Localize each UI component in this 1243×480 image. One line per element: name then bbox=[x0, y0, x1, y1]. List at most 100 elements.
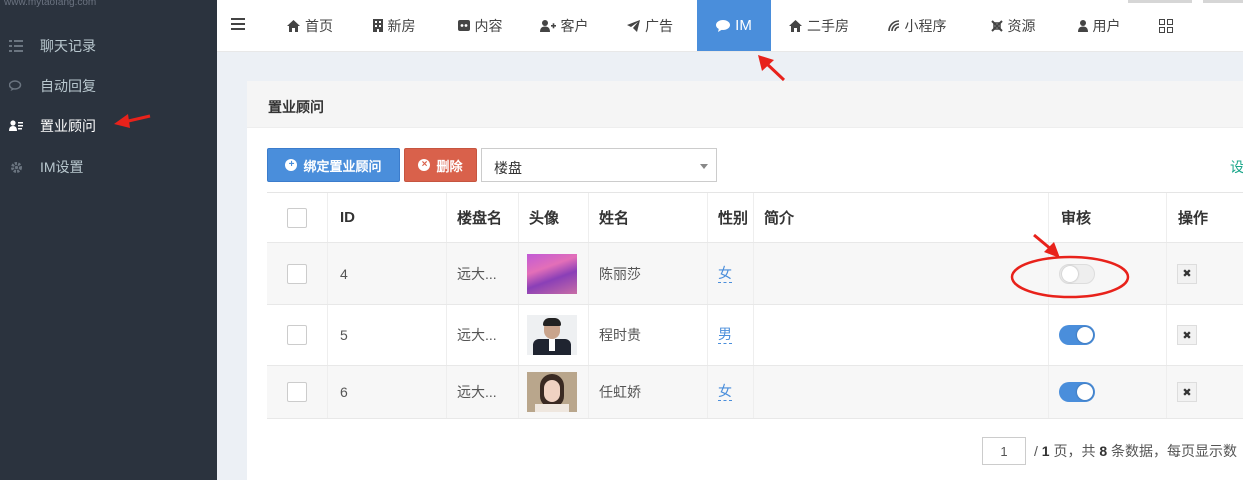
row-checkbox[interactable] bbox=[287, 263, 307, 284]
sidebar-item-consultants[interactable]: 置业顾问 bbox=[0, 106, 217, 146]
user-plus-icon bbox=[539, 19, 556, 32]
tab-label: 广告 bbox=[645, 17, 673, 34]
delete-row-icon[interactable]: ✖ bbox=[1177, 263, 1197, 284]
tab-mini-program[interactable]: 小程序 bbox=[881, 0, 953, 51]
chat-bubble-icon bbox=[716, 19, 731, 32]
gender-editable[interactable]: 女 bbox=[718, 265, 732, 283]
header-review: 审核 bbox=[1049, 193, 1167, 242]
annotation-arrow bbox=[764, 61, 786, 82]
cell-id: 5 bbox=[328, 305, 447, 365]
approval-toggle[interactable] bbox=[1059, 263, 1095, 284]
avatar[interactable] bbox=[527, 372, 577, 412]
tab-label: 资源 bbox=[1007, 17, 1036, 34]
menu-toggle-icon[interactable] bbox=[231, 18, 245, 32]
sidebar-item-im-settings[interactable]: IM设置 bbox=[0, 147, 217, 187]
cell-estate: 远大... bbox=[447, 366, 519, 418]
cell-ops: ✖ bbox=[1167, 243, 1243, 304]
cell-gender: 男 bbox=[708, 305, 754, 365]
header-estate: 楼盘名 bbox=[447, 193, 519, 242]
list-icon bbox=[8, 38, 24, 54]
header-avatar: 头像 bbox=[519, 193, 589, 242]
cell-intro bbox=[754, 366, 1049, 418]
content-icon bbox=[457, 20, 470, 31]
tab-customers[interactable]: 客户 bbox=[529, 0, 599, 51]
sidebar-item-label: 聊天记录 bbox=[40, 38, 96, 54]
delete-button[interactable]: × 删除 bbox=[404, 148, 477, 182]
tab-second-hand[interactable]: 二手房 bbox=[783, 0, 855, 51]
tab-users[interactable]: 用户 bbox=[1067, 0, 1131, 51]
user-card-icon bbox=[8, 118, 24, 134]
estate-select[interactable]: 楼盘 bbox=[481, 148, 717, 182]
pagination: 1 / 1 页，共 8 条数据，每页显示数 bbox=[982, 437, 1237, 465]
sidebar-item-chat-records[interactable]: 聊天记录 bbox=[0, 26, 217, 66]
tab-resources[interactable]: 资源 bbox=[981, 0, 1045, 51]
grid-menu-icon[interactable] bbox=[1151, 0, 1181, 51]
cell-avatar bbox=[519, 305, 589, 365]
tab-content[interactable]: 内容 bbox=[445, 0, 515, 51]
wifi-icon bbox=[887, 19, 900, 32]
cell-ops: ✖ bbox=[1167, 366, 1243, 418]
header-id: ID bbox=[328, 193, 447, 242]
cell-estate: 远大... bbox=[447, 305, 519, 365]
table-row: 4 远大... 陈丽莎 女 ✖ bbox=[267, 243, 1243, 305]
row-checkbox[interactable] bbox=[287, 382, 307, 402]
site-watermark: www.mytaofang.com bbox=[0, 0, 217, 12]
select-all-checkbox[interactable] bbox=[287, 207, 307, 228]
tab-ads[interactable]: 广告 bbox=[615, 0, 685, 51]
tab-label: 新房 bbox=[387, 17, 416, 34]
settings-link[interactable]: 设 bbox=[1230, 157, 1243, 177]
cell-intro bbox=[754, 243, 1049, 304]
consultant-panel: 置业顾问 + 绑定置业顾问 × 删除 楼盘 设 ID 楼盘名 头像 姓名 性别 … bbox=[247, 81, 1243, 480]
header-intro: 简介 bbox=[754, 193, 1049, 242]
top-right-control[interactable] bbox=[1203, 0, 1243, 3]
cell-name: 任虹娇 bbox=[589, 366, 708, 418]
select-value: 楼盘 bbox=[494, 160, 522, 176]
approval-toggle[interactable] bbox=[1059, 382, 1095, 402]
approval-toggle[interactable] bbox=[1059, 325, 1095, 345]
tab-new-house[interactable]: 新房 bbox=[359, 0, 429, 51]
cell-review bbox=[1049, 366, 1167, 418]
gender-editable[interactable]: 男 bbox=[718, 326, 732, 344]
delete-row-icon[interactable]: ✖ bbox=[1177, 382, 1197, 402]
gear-icon bbox=[8, 159, 24, 175]
plus-circle-icon: + bbox=[285, 159, 298, 171]
top-right-control[interactable] bbox=[1128, 0, 1192, 3]
delete-row-icon[interactable]: ✖ bbox=[1177, 325, 1197, 345]
gender-editable[interactable]: 女 bbox=[718, 383, 732, 401]
page-number-input[interactable]: 1 bbox=[982, 437, 1026, 465]
row-select bbox=[267, 243, 328, 304]
table-row: 5 远大... 程时贵 男 ✖ bbox=[267, 305, 1243, 366]
consultant-table: ID 楼盘名 头像 姓名 性别 简介 审核 操作 4 远大... 陈丽莎 女 ✖ bbox=[267, 192, 1243, 419]
tab-label: 用户 bbox=[1092, 17, 1121, 34]
panel-title: 置业顾问 bbox=[247, 81, 1243, 128]
sidebar-item-auto-reply[interactable]: 自动回复 bbox=[0, 66, 217, 106]
close-circle-icon: × bbox=[418, 159, 431, 171]
annotation-arrowhead bbox=[758, 55, 774, 71]
total-pages: 1 bbox=[1041, 443, 1050, 459]
table-header-row: ID 楼盘名 头像 姓名 性别 简介 审核 操作 bbox=[267, 193, 1243, 243]
cell-id: 6 bbox=[328, 366, 447, 418]
sidebar: www.mytaofang.com 聊天记录 自动回复 置业顾问 IM设置 bbox=[0, 0, 217, 480]
building-icon bbox=[372, 19, 383, 32]
avatar[interactable] bbox=[527, 315, 577, 355]
chevron-down-icon bbox=[700, 164, 708, 169]
home-icon bbox=[287, 19, 300, 32]
sidebar-item-label: 置业顾问 bbox=[40, 118, 96, 134]
header-name: 姓名 bbox=[589, 193, 708, 242]
avatar[interactable] bbox=[527, 253, 577, 294]
tab-label: 首页 bbox=[305, 17, 333, 34]
cell-gender: 女 bbox=[708, 366, 754, 418]
row-checkbox[interactable] bbox=[287, 325, 307, 345]
tab-label: 小程序 bbox=[904, 17, 947, 34]
user-icon bbox=[1077, 19, 1088, 32]
bind-consultant-button[interactable]: + 绑定置业顾问 bbox=[267, 148, 400, 182]
button-label: 绑定置业顾问 bbox=[303, 158, 382, 174]
cell-name: 陈丽莎 bbox=[589, 243, 708, 304]
cell-gender: 女 bbox=[708, 243, 754, 304]
tab-home[interactable]: 首页 bbox=[275, 0, 345, 51]
cell-name: 程时贵 bbox=[589, 305, 708, 365]
cell-estate: 远大... bbox=[447, 243, 519, 304]
tab-im[interactable]: IM bbox=[697, 0, 771, 51]
header-gender: 性别 bbox=[708, 193, 754, 242]
sidebar-item-label: 自动回复 bbox=[40, 78, 96, 94]
